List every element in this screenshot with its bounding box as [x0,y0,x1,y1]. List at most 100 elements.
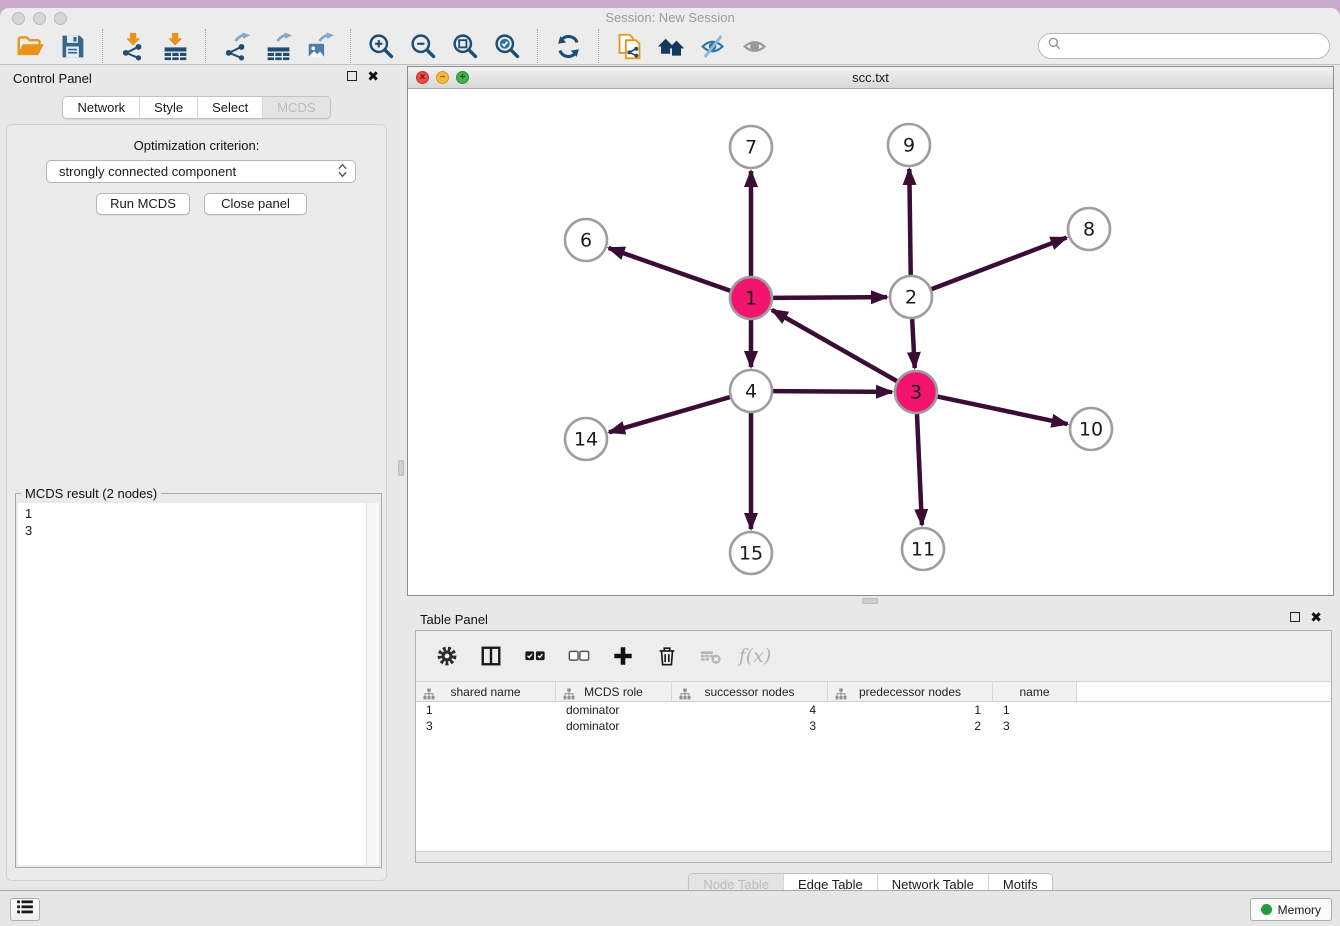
export-image-icon[interactable] [299,30,341,62]
tab-select[interactable]: Select [197,97,262,118]
table-row[interactable]: 3dominator323 [416,718,1331,734]
task-history-button[interactable] [10,898,40,921]
hierarchy-icon [679,686,691,706]
home-icon[interactable] [650,30,692,62]
run-mcds-button[interactable]: Run MCDS [96,193,190,215]
graph-node-label: 15 [739,543,763,565]
save-session-icon[interactable] [51,30,93,62]
column-header-name[interactable]: name [993,682,1077,701]
toolbar-group [102,29,205,63]
tab-network[interactable]: Network [63,97,139,118]
hide-eye-icon[interactable] [692,30,734,62]
graph-edge-1-6[interactable] [609,248,731,291]
mcds-result-groupbox: MCDS result (2 nodes) 13 [15,493,382,868]
graph-node-label: 11 [911,539,935,561]
hierarchy-icon [563,686,575,706]
delete-table-icon [696,643,726,669]
settings-gear-icon[interactable] [432,643,462,669]
graph-edge-3-11[interactable] [917,414,922,525]
result-line: 3 [18,522,379,539]
refresh-icon[interactable] [547,30,589,62]
hierarchy-icon [423,686,435,706]
table-cell: 2 [828,718,993,734]
graph-edge-4-14[interactable] [609,397,730,432]
horizontal-splitter[interactable] [407,596,1334,606]
table-cell: 1 [993,702,1077,718]
graph-edge-2-8[interactable] [932,238,1067,290]
show-columns-icon[interactable] [476,643,506,669]
toolbar-group [350,29,537,63]
mcds-result-title: MCDS result (2 nodes) [21,486,161,501]
status-bar: Memory [0,890,1340,926]
titlebar: Session: New Session [0,8,1340,28]
select-all-icon[interactable] [520,643,550,669]
graph-node-label: 14 [574,429,598,451]
zoom-selected-icon[interactable] [486,30,528,62]
zoom-in-icon[interactable] [360,30,402,62]
window-title: Session: New Session [0,10,1340,25]
column-label: predecessor nodes [859,685,961,699]
close-panel-button[interactable]: Close panel [204,193,307,215]
graph-edge-3-10[interactable] [938,397,1068,424]
chevron-up-down-icon [338,163,347,181]
zoom-fit-icon[interactable] [444,30,486,62]
graph-node-label: 2 [905,287,917,309]
column-header-MCDS-role[interactable]: MCDS role [556,682,672,701]
column-header-predecessor-nodes[interactable]: predecessor nodes [828,682,993,701]
graph-edge-3-1[interactable] [772,310,897,381]
graph-edge-4-3[interactable] [773,391,892,392]
graph-node-label: 9 [903,135,915,157]
horizontal-splitter-handle[interactable] [862,598,878,604]
main-toolbar [0,28,1340,65]
network-canvas[interactable]: 7968124314101511 [408,89,1333,595]
node-table: shared name MCDS role successor nodes prede… [416,681,1331,734]
graph-edge-2-3[interactable] [912,319,915,368]
table-cell: 3 [416,718,556,734]
zoom-out-icon[interactable] [402,30,444,62]
tab-mcds[interactable]: MCDS [262,97,329,118]
import-network-icon[interactable] [112,30,154,62]
table-hscrollbar[interactable] [416,851,1331,862]
column-header-successor-nodes[interactable]: successor nodes [672,682,828,701]
column-label: MCDS role [584,685,643,699]
result-scrollbar[interactable] [366,503,379,865]
table-cell: 4 [672,702,828,718]
table-cell: 1 [416,702,556,718]
memory-button[interactable]: Memory [1250,898,1332,921]
show-eye-icon [734,30,776,62]
delete-row-icon[interactable] [652,643,682,669]
deselect-all-icon[interactable] [564,643,594,669]
graph-node-label: 4 [745,381,757,403]
close-panel-icon[interactable]: ✖ [367,71,379,81]
close-table-panel-icon[interactable]: ✖ [1310,612,1322,622]
add-row-icon[interactable] [608,643,638,669]
network-view-window: × − + scc.txt 7968124314101511 [407,66,1334,596]
clone-network-icon[interactable] [608,30,650,62]
optimization-criterion-label: Optimization criterion: [7,138,386,153]
table-cell: 3 [993,718,1077,734]
export-table-icon[interactable] [257,30,299,62]
float-panel-icon[interactable] [347,71,357,81]
control-panel-title: Control Panel [13,71,92,86]
hierarchy-icon [835,686,847,706]
table-cell: dominator [556,718,672,734]
toolbar-group [537,29,598,63]
tab-style[interactable]: Style [139,97,197,118]
criterion-dropdown[interactable]: strongly connected component [46,160,356,183]
graph-node-label: 6 [580,230,592,252]
search-input[interactable] [1063,36,1329,56]
float-table-panel-icon[interactable] [1290,612,1300,622]
network-graph: 7968124314101511 [408,89,1333,596]
vertical-splitter-handle[interactable] [398,460,404,476]
mcds-result-textarea[interactable]: 13 [18,503,379,865]
table-row[interactable]: 1dominator411 [416,702,1331,718]
graph-edge-2-9[interactable] [909,169,910,275]
open-session-icon[interactable] [9,30,51,62]
memory-label: Memory [1278,903,1321,917]
export-network-icon[interactable] [215,30,257,62]
column-header-shared-name[interactable]: shared name [416,682,556,701]
network-window-titlebar[interactable]: × − + scc.txt [408,67,1333,89]
graph-edge-1-2[interactable] [773,297,887,298]
app-window: Session: New Session Control Panel ✖ Net… [0,8,1340,926]
import-table-icon[interactable] [154,30,196,62]
